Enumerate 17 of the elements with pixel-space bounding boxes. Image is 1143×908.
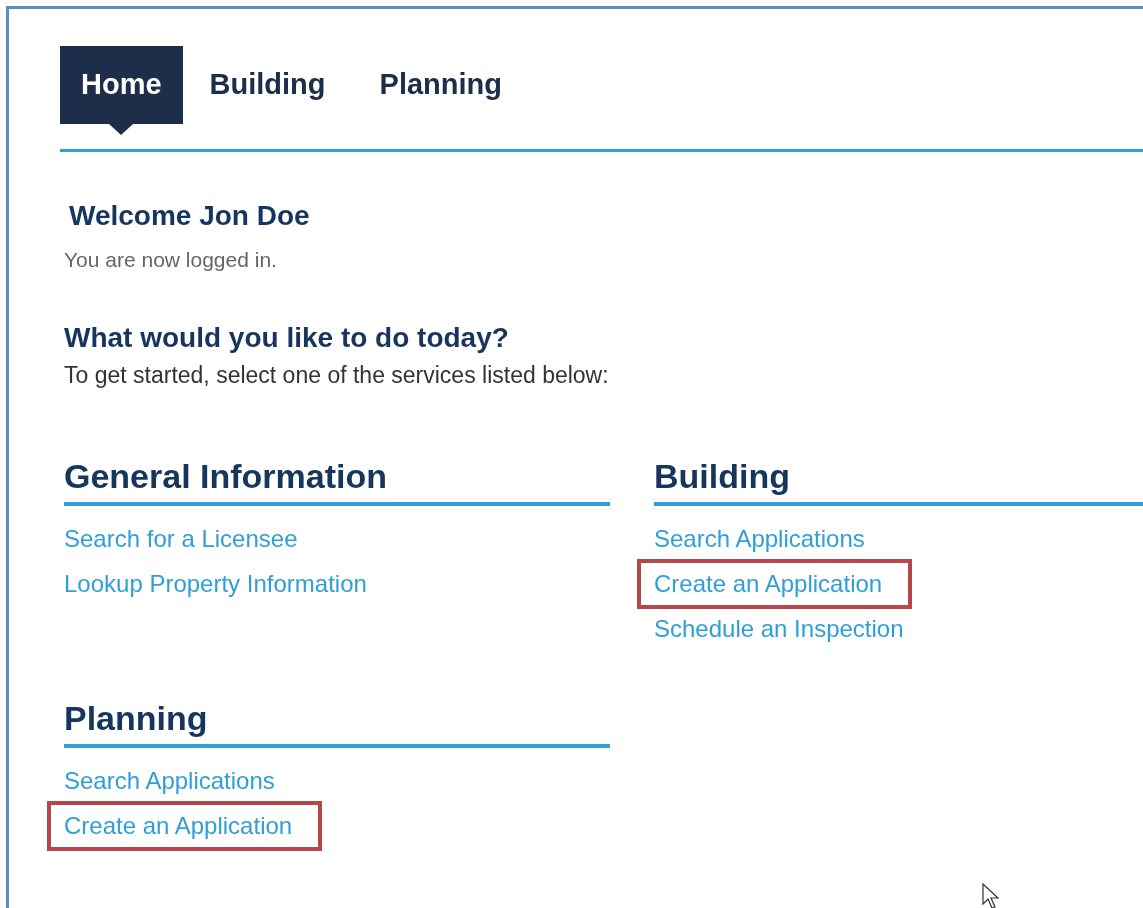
nav-tab[interactable]: Planning [352, 46, 529, 135]
service-link[interactable]: Search Applications [654, 522, 865, 556]
nav-tab[interactable]: Building [182, 46, 353, 135]
prompt-subtitle: To get started, select one of the services listed below: [64, 362, 610, 389]
service-link[interactable]: Search for a Licensee [64, 522, 298, 556]
prompt-title: What would you like to do today? [64, 322, 510, 354]
section-heading: General Information [64, 457, 610, 506]
service-link[interactable]: Schedule an Inspection [654, 612, 904, 646]
nav-tab[interactable]: Home [60, 46, 183, 135]
service-link[interactable]: Lookup Property Information [64, 567, 367, 601]
section-heading: Building [654, 457, 1143, 506]
service-link[interactable]: Create an Application [47, 801, 323, 851]
section-heading: Planning [64, 699, 610, 748]
login-message: You are now logged in. [64, 248, 278, 272]
service-link[interactable]: Search Applications [64, 764, 275, 798]
service-link[interactable]: Create an Application [637, 559, 913, 609]
welcome-title: Welcome Jon Doe [69, 200, 311, 232]
